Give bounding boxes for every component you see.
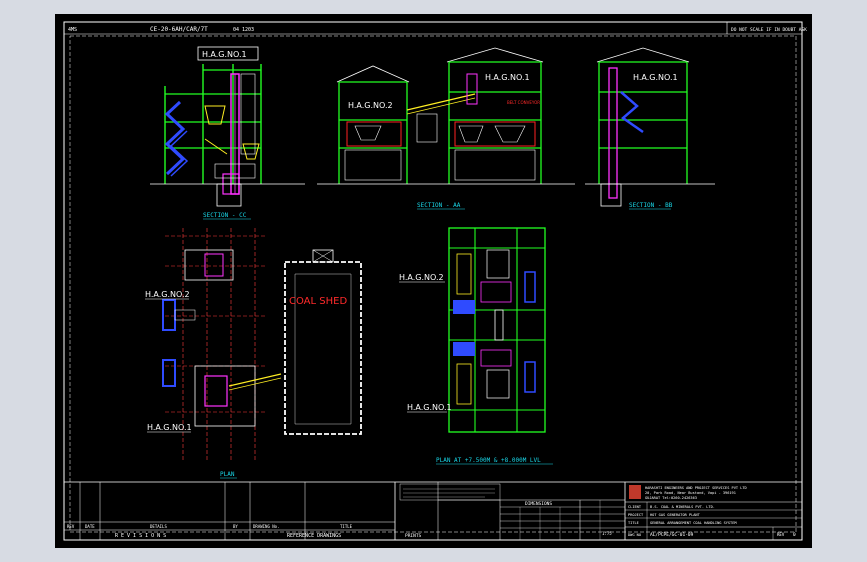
section-cc-elevation: H.A.G.NO.1 SECTION - CC (150, 46, 305, 220)
client-value: B.S. COAL & MINERALS PVT. LTD. (650, 505, 715, 509)
col-title: TITLE (340, 524, 353, 529)
label-coal-shed: COAL SHED (289, 296, 347, 307)
revisions-label: R E V I S I O N S (115, 533, 166, 539)
col-drawing-no: DRAWING No. (253, 524, 280, 529)
label-hag1-cc: H.A.G.NO.1 (202, 50, 247, 59)
label-hag1-bb: H.A.G.NO.1 (633, 73, 678, 82)
company-logo (629, 485, 641, 499)
label-hag2-level: H.A.G.NO.2 (399, 273, 444, 282)
plan-at-level-view: H.A.G.NO.2 H.A.G.NO.1 PLAN AT +7.500M & … (399, 227, 553, 465)
dwg-no-value: AL/PCPE/GC-01-09 (650, 532, 694, 538)
company-line3: GUJARAT Tel:0260-2426363 (645, 496, 697, 500)
company-line2: 20, Park Road, Near Bustand, Vapi - 3961… (645, 491, 736, 495)
label-plan-levels: PLAN AT +7.500M & +8.000M LVL (436, 457, 541, 464)
svg-text:BELT CONVEYOR: BELT CONVEYOR (507, 100, 540, 105)
col-details: DETAILS (150, 524, 167, 529)
dimensions-label: DIMENSIONS (525, 501, 552, 507)
label-section-bb: SECTION - BB (629, 202, 673, 209)
col-date: DATE (85, 524, 95, 529)
plan-view: H.A.G.NO.2 H.A.G.NO.1 PLAN (145, 228, 282, 479)
company-line1: HARASHTI ENGINEERS AND PROJECT SERVICES … (645, 486, 747, 490)
label-hag1-plan: H.A.G.NO.1 (147, 423, 192, 432)
section-bb-elevation: H.A.G.NO.1 SECTION - BB (585, 47, 715, 210)
rev-value: 0 (793, 532, 796, 538)
title-block: REV DATE DETAILS BY DRAWING No. TITLE R … (64, 481, 802, 540)
title-label: TITLE (628, 521, 639, 525)
label-section-cc: SECTION - CC (203, 212, 247, 219)
sheet-corner-no: 4MS (68, 27, 77, 33)
top-sheet: 04 1203 (233, 27, 254, 33)
label-hag2-plan: H.A.G.NO.2 (145, 290, 190, 299)
title-value: GENERAL ARRANGEMENT COAL HANDLING SYSTEM (650, 521, 737, 525)
reference-drawings-label: REFERENCE DRAWINGS (287, 533, 341, 539)
client-label: CLIENT (628, 505, 642, 509)
top-note: DO NOT SCALE IF IN DOUBT ASK (731, 27, 807, 33)
label-hag2-aa: H.A.G.NO.2 (348, 101, 393, 110)
project-value: HOT GAS GENERATOR PLANT (650, 513, 701, 517)
rev-label: REV (777, 532, 785, 537)
drawing-viewport: 4MS CE-20-6AH/CAR/7T 04 1203 DO NOT SCAL… (55, 14, 812, 548)
cad-drawing-canvas: 4MS CE-20-6AH/CAR/7T 04 1203 DO NOT SCAL… (63, 21, 807, 541)
col-rev: REV (67, 524, 75, 529)
top-ref: CE-20-6AH/CAR/7T (150, 26, 208, 33)
prints-label: PRINTS (405, 533, 422, 539)
coal-shed-plan: COAL SHED (284, 249, 362, 435)
project-label: PROJECT (628, 513, 644, 517)
label-plan: PLAN (220, 471, 235, 478)
label-hag1-aa: H.A.G.NO.1 (485, 73, 530, 82)
col-by: BY (233, 524, 238, 529)
section-aa-elevation: H.A.G.NO.2 H.A.G.NO.1 BELT CONVEYOR SECT… (317, 47, 575, 210)
label-section-aa: SECTION - AA (417, 202, 461, 209)
dwg-no-label: DWG NO (628, 533, 641, 537)
label-hag1-level: H.A.G.NO.1 (407, 403, 452, 412)
scale-value: 1:75 (602, 531, 612, 536)
